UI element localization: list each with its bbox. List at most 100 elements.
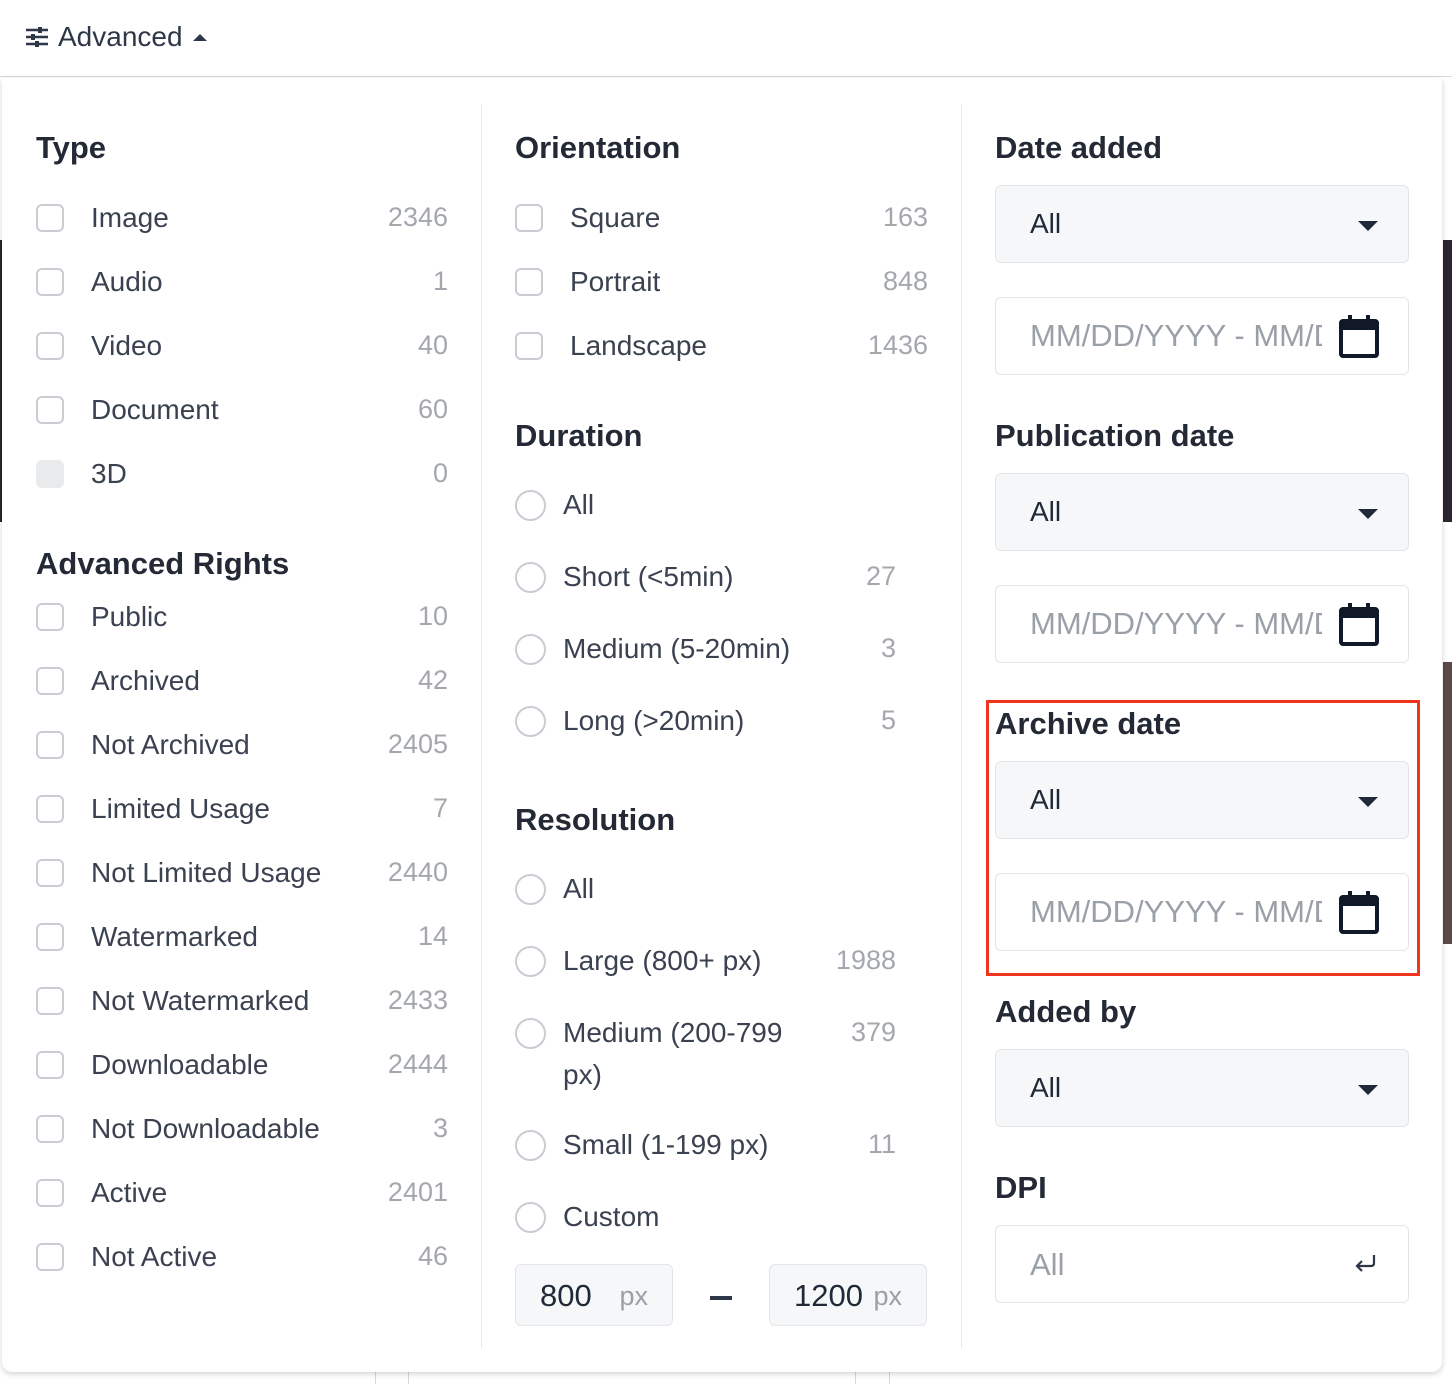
resolution-option[interactable]: All	[515, 869, 594, 909]
archive-date-select[interactable]: All	[995, 761, 1409, 839]
checkbox[interactable]	[36, 987, 64, 1015]
rights-option[interactable]: Downloadable	[36, 1045, 268, 1085]
publication-date-range-input[interactable]: MM/DD/YYYY - MM/DD/YYYY	[995, 585, 1409, 663]
radio-button[interactable]	[515, 633, 546, 665]
radio-button[interactable]	[515, 1129, 546, 1161]
resolution-option[interactable]: Custom	[515, 1197, 659, 1237]
date-added-select[interactable]: All	[995, 185, 1409, 263]
date-range-placeholder: MM/DD/YYYY - MM/DD/YYYY	[1030, 606, 1322, 641]
duration-option[interactable]: Short (<5min)	[515, 557, 733, 597]
resolution-heading: Resolution	[515, 802, 676, 837]
caret-down-icon	[1358, 509, 1378, 519]
resolution-option[interactable]: Large (800+ px)	[515, 941, 761, 981]
date-added-range-input[interactable]: MM/DD/YYYY - MM/DD/YYYY	[995, 297, 1409, 375]
option-label: Not Active	[91, 1241, 218, 1272]
radio-button[interactable]	[515, 1017, 546, 1049]
type-option[interactable]: Document	[36, 390, 219, 430]
orientation-option[interactable]: Square	[515, 198, 660, 238]
option-label: Portrait	[570, 266, 661, 297]
option-label: Large (800+ px)	[563, 945, 762, 976]
checkbox[interactable]	[515, 268, 543, 296]
checkbox[interactable]	[36, 667, 64, 695]
option-count: 5	[880, 705, 896, 735]
option-label: Long (>20min)	[563, 705, 745, 736]
checkbox[interactable]	[36, 268, 64, 296]
calendar-icon[interactable]	[1338, 314, 1380, 365]
background-divider	[855, 1372, 856, 1384]
caret-down-icon	[1358, 797, 1378, 807]
resolution-min-input[interactable]: 800 px	[515, 1264, 673, 1326]
calendar-icon[interactable]	[1338, 890, 1380, 941]
radio-button[interactable]	[515, 1201, 546, 1233]
rights-option[interactable]: Active	[36, 1173, 167, 1213]
caret-up-icon	[191, 31, 209, 43]
radio-button[interactable]	[515, 561, 546, 593]
orientation-option[interactable]: Portrait	[515, 262, 660, 302]
resolution-option[interactable]: Small (1-199 px)	[515, 1125, 768, 1165]
radio-button[interactable]	[515, 873, 546, 905]
added-by-selected: All	[1030, 1072, 1062, 1103]
rights-option[interactable]: Limited Usage	[36, 789, 270, 829]
orientation-option[interactable]: Landscape	[515, 326, 707, 366]
filter-toolbar: Advanced	[0, 0, 1452, 77]
option-count: 2444	[387, 1049, 448, 1079]
dpi-input[interactable]: All	[995, 1225, 1409, 1303]
checkbox[interactable]	[36, 204, 64, 232]
type-option[interactable]: Video	[36, 326, 162, 366]
checkbox[interactable]	[36, 603, 64, 631]
calendar-icon[interactable]	[1338, 602, 1380, 653]
duration-option[interactable]: All	[515, 485, 594, 525]
type-option[interactable]: Image	[36, 198, 169, 238]
advanced-filters-toggle[interactable]: Advanced	[24, 18, 209, 56]
radio-button[interactable]	[515, 705, 546, 737]
checkbox[interactable]	[36, 1051, 64, 1079]
checkbox[interactable]	[36, 1115, 64, 1143]
publication-date-select[interactable]: All	[995, 473, 1409, 551]
type-option[interactable]: Audio	[36, 262, 163, 302]
checkbox[interactable]	[36, 332, 64, 360]
rights-option[interactable]: Not Limited Usage	[36, 853, 321, 893]
checkbox[interactable]	[515, 332, 543, 360]
background-image-right	[1443, 240, 1452, 522]
checkbox[interactable]	[515, 204, 543, 232]
rights-option[interactable]: Archived	[36, 661, 200, 701]
rights-option[interactable]: Not Active	[36, 1237, 217, 1277]
checkbox[interactable]	[36, 923, 64, 951]
added-by-select[interactable]: All	[995, 1049, 1409, 1127]
checkbox[interactable]	[36, 795, 64, 823]
option-count: 14	[417, 921, 448, 951]
rights-option[interactable]: Not Downloadable	[36, 1109, 320, 1149]
option-label-continued: px)	[563, 1059, 602, 1090]
option-count: 379	[850, 1017, 896, 1047]
option-count: 2433	[387, 985, 448, 1015]
rights-option[interactable]: Public	[36, 597, 167, 637]
resolution-max-input[interactable]: 1200 px	[769, 1264, 927, 1326]
checkbox[interactable]	[36, 396, 64, 424]
date-range-placeholder: MM/DD/YYYY - MM/DD/YYYY	[1030, 318, 1322, 353]
enter-key-icon[interactable]	[1352, 1252, 1378, 1279]
checkbox[interactable]	[36, 1179, 64, 1207]
option-label: All	[563, 489, 595, 520]
resolution-option[interactable]: Medium (200-799	[515, 1013, 782, 1053]
rights-option[interactable]: Watermarked	[36, 917, 258, 957]
option-count: 46	[417, 1241, 448, 1271]
checkbox[interactable]	[36, 1243, 64, 1271]
duration-option[interactable]: Medium (5-20min)	[515, 629, 790, 669]
radio-button[interactable]	[515, 489, 546, 521]
resolution-max-value: 1200	[794, 1278, 862, 1313]
archive-date-range-input[interactable]: MM/DD/YYYY - MM/DD/YYYY	[995, 873, 1409, 951]
radio-button[interactable]	[515, 945, 546, 977]
checkbox[interactable]	[36, 859, 64, 887]
advanced-filters-panel: Type Advanced Rights Orientation Duratio…	[2, 78, 1442, 1372]
option-label: Not Archived	[91, 729, 250, 760]
option-label: Short (<5min)	[563, 561, 734, 592]
rights-option[interactable]: Not Watermarked	[36, 981, 309, 1021]
advanced-rights-heading: Advanced Rights	[36, 546, 290, 581]
checkbox[interactable]	[36, 731, 64, 759]
dpi-placeholder: All	[1030, 1247, 1065, 1282]
checkbox	[36, 460, 64, 488]
option-label: Archived	[91, 665, 200, 696]
date-range-placeholder: MM/DD/YYYY - MM/DD/YYYY	[1030, 894, 1322, 929]
duration-option[interactable]: Long (>20min)	[515, 701, 744, 741]
rights-option[interactable]: Not Archived	[36, 725, 250, 765]
